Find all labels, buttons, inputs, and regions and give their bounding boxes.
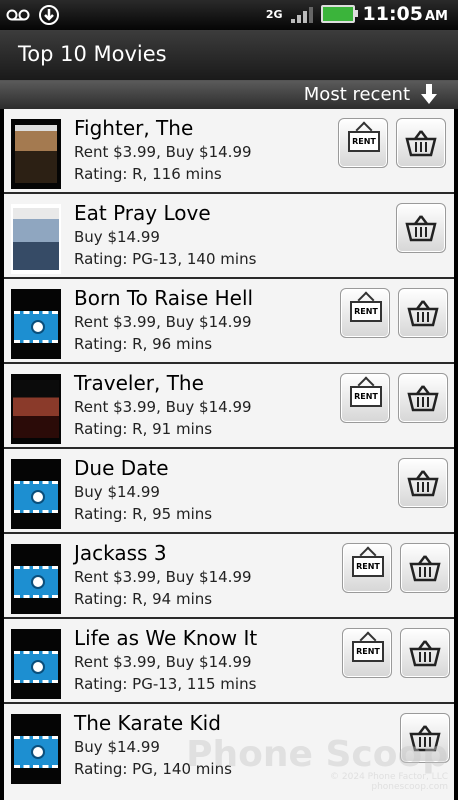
list-item-movie[interactable]: Traveler, The Rent $3.99, Buy $14.99 Rat… [4, 364, 454, 450]
movie-poster [11, 629, 61, 699]
clock: 11:05 [362, 3, 423, 25]
buy-basket-button[interactable] [398, 458, 448, 508]
download-icon [39, 5, 59, 25]
list-item-movie[interactable]: Born To Raise Hell Rent $3.99, Buy $14.9… [4, 279, 454, 365]
list-item-movie[interactable]: Life as We Know It Rent $3.99, Buy $14.9… [4, 619, 454, 705]
rent-sign-icon: RENT [352, 556, 384, 577]
buy-basket-button[interactable] [398, 373, 448, 423]
rent-sign-icon: RENT [350, 301, 382, 322]
movie-title: Eat Pray Love [74, 201, 211, 225]
movie-price: Buy $14.99 [74, 228, 160, 246]
movie-poster [11, 204, 61, 274]
movie-title: Fighter, The [74, 116, 194, 140]
voicemail-icon [6, 9, 30, 21]
title-bar: Top 10 Movies [0, 30, 458, 81]
movie-poster [11, 459, 61, 529]
film-placeholder-icon [14, 311, 58, 343]
movie-title: Born To Raise Hell [74, 286, 254, 310]
battery-icon [320, 5, 358, 23]
movie-title: Traveler, The [74, 371, 204, 395]
basket-icon [407, 385, 439, 412]
network-type: 2G [265, 7, 283, 21]
movie-rating: Rating: PG-13, 115 mins [74, 675, 257, 693]
movie-price: Rent $3.99, Buy $14.99 [74, 568, 252, 586]
movie-price: Rent $3.99, Buy $14.99 [74, 313, 252, 331]
list-item-movie[interactable]: Jackass 3 Rent $3.99, Buy $14.99 Rating:… [4, 534, 454, 620]
basket-icon [405, 130, 437, 157]
list-item-movie[interactable]: Fighter, The Rent $3.99, Buy $14.99 Rati… [4, 109, 454, 195]
movie-rating: Rating: R, 116 mins [74, 165, 222, 183]
movie-rating: Rating: R, 91 mins [74, 420, 213, 438]
sort-label[interactable]: Most recent [304, 84, 410, 105]
basket-icon [405, 215, 437, 242]
movie-price: Rent $3.99, Buy $14.99 [74, 653, 252, 671]
sort-arrow-down-icon[interactable] [420, 83, 438, 105]
rent-sign-icon: RENT [348, 131, 380, 152]
movie-list: Fighter, The Rent $3.99, Buy $14.99 Rati… [0, 109, 458, 800]
sort-bar[interactable]: Most recent [0, 81, 458, 109]
status-bar: 2G 11:05 AM [0, 0, 458, 30]
watermark: Phone Scoop © 2024 Phone Factor, LLC pho… [186, 737, 448, 793]
watermark-text: Phone Scoop [186, 734, 448, 775]
buy-basket-button[interactable] [400, 543, 450, 593]
list-item-movie[interactable]: Eat Pray Love Buy $14.99 Rating: PG-13, … [4, 194, 454, 280]
movie-title: Life as We Know It [74, 626, 258, 650]
basket-icon [409, 555, 441, 582]
film-placeholder-icon [14, 566, 58, 598]
buy-basket-button[interactable] [398, 288, 448, 338]
basket-icon [409, 640, 441, 667]
rent-button[interactable]: RENT [340, 288, 390, 338]
rent-sign-icon: RENT [352, 641, 384, 662]
rent-sign-icon: RENT [350, 386, 382, 407]
buy-basket-button[interactable] [400, 628, 450, 678]
film-placeholder-icon [14, 481, 58, 513]
rent-button[interactable]: RENT [342, 628, 392, 678]
movie-rating: Rating: PG-13, 140 mins [74, 250, 257, 268]
movie-rating: Rating: R, 96 mins [74, 335, 213, 353]
page-title: Top 10 Movies [18, 42, 167, 66]
movie-price: Rent $3.99, Buy $14.99 [74, 398, 252, 416]
movie-poster [11, 289, 61, 359]
rent-button[interactable]: RENT [338, 118, 388, 168]
buy-basket-button[interactable] [396, 203, 446, 253]
movie-price: Rent $3.99, Buy $14.99 [74, 143, 252, 161]
movie-poster [11, 119, 61, 189]
movie-poster [11, 714, 61, 784]
movie-title: Jackass 3 [74, 541, 167, 565]
rent-button[interactable]: RENT [340, 373, 390, 423]
movie-rating: Rating: R, 95 mins [74, 505, 213, 523]
clock-ampm: AM [425, 9, 448, 24]
movie-poster [11, 374, 61, 444]
basket-icon [407, 300, 439, 327]
film-placeholder-icon [14, 651, 58, 683]
movie-title: Due Date [74, 456, 169, 480]
movie-rating: Rating: R, 94 mins [74, 590, 213, 608]
list-item-movie[interactable]: Due Date Buy $14.99 Rating: R, 95 mins [4, 449, 454, 535]
buy-basket-button[interactable] [396, 118, 446, 168]
watermark-url: phonescoop.com [371, 782, 448, 792]
basket-icon [407, 470, 439, 497]
signal-icon [290, 5, 313, 23]
movie-price: Buy $14.99 [74, 483, 160, 501]
film-placeholder-icon [14, 736, 58, 768]
rent-button[interactable]: RENT [342, 543, 392, 593]
movie-poster [11, 544, 61, 614]
movie-title: The Karate Kid [74, 711, 221, 735]
list-item-movie[interactable]: The Karate Kid Buy $14.99 Rating: PG, 14… [4, 704, 454, 800]
